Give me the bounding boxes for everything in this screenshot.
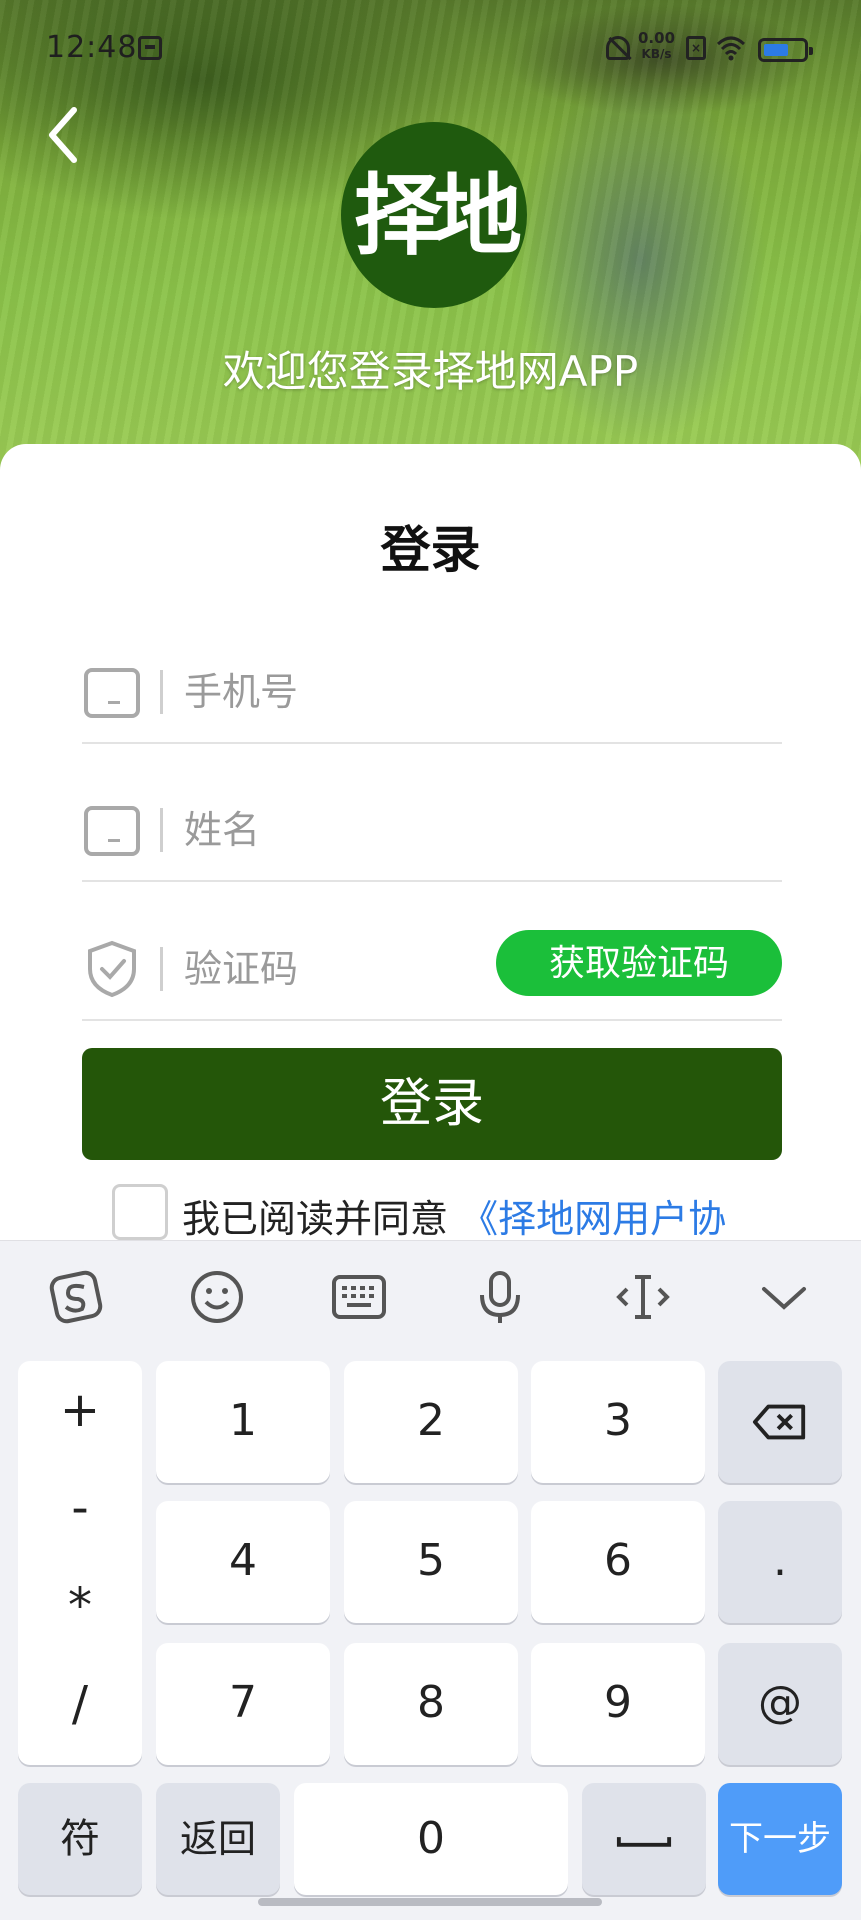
- code-field: 获取验证码: [82, 921, 782, 1021]
- name-field: [82, 782, 782, 882]
- login-card: 登录 获取验证码 登录 我已阅读并同意 《择地网用户协: [0, 444, 861, 1244]
- agreement-text: 我已阅读并同意 《择地网用户协: [182, 1188, 726, 1243]
- welcome-text: 欢迎您登录择地网APP: [222, 347, 639, 396]
- key-5[interactable]: 5: [344, 1501, 518, 1623]
- network-speed-unit: KB/s: [641, 47, 672, 61]
- wifi-icon: [716, 36, 746, 61]
- phone-icon: [84, 668, 140, 718]
- login-title: 登录: [380, 521, 481, 579]
- network-speed: 0.00 KB/s: [638, 30, 675, 62]
- field-divider: [160, 808, 163, 852]
- key-multiply[interactable]: *: [18, 1557, 142, 1655]
- backspace-icon: [752, 1404, 806, 1440]
- back-button[interactable]: [38, 100, 88, 170]
- calendar-icon: [138, 36, 162, 60]
- microphone-icon[interactable]: [470, 1269, 530, 1325]
- sogou-icon[interactable]: [46, 1269, 106, 1325]
- mute-icon: [606, 36, 630, 60]
- field-divider: [160, 670, 163, 714]
- key-9[interactable]: 9: [531, 1643, 705, 1765]
- login-button[interactable]: 登录: [82, 1048, 782, 1160]
- key-minus[interactable]: -: [18, 1459, 142, 1557]
- space-key[interactable]: [582, 1783, 706, 1895]
- status-bar: 12:48 0.00 KB/s ×: [0, 0, 861, 100]
- key-plus[interactable]: +: [18, 1361, 142, 1459]
- key-4[interactable]: 4: [156, 1501, 330, 1623]
- phone-input[interactable]: [184, 662, 604, 722]
- code-input[interactable]: [184, 939, 484, 999]
- get-code-button[interactable]: 获取验证码: [496, 930, 782, 996]
- person-icon: [84, 806, 140, 856]
- name-input[interactable]: [184, 800, 604, 860]
- key-at[interactable]: @: [718, 1643, 842, 1765]
- agree-checkbox[interactable]: [112, 1184, 168, 1240]
- no-sim-icon: ×: [686, 36, 706, 60]
- keyboard-toolbar: [0, 1241, 861, 1351]
- collapse-icon[interactable]: [754, 1269, 814, 1325]
- space-icon: [616, 1837, 672, 1847]
- key-7[interactable]: 7: [156, 1643, 330, 1765]
- key-1[interactable]: 1: [156, 1361, 330, 1483]
- backspace-key[interactable]: [718, 1361, 842, 1483]
- numeric-keyboard: + - * / 1 2 3 4 5 6 . 7 8 9 @ 符 返回 0 下一步: [0, 1240, 861, 1920]
- battery-icon: [758, 38, 813, 62]
- emoji-icon[interactable]: [187, 1269, 247, 1325]
- key-2[interactable]: 2: [344, 1361, 518, 1483]
- key-dot[interactable]: .: [718, 1501, 842, 1623]
- phone-field: [82, 644, 782, 744]
- shield-check-icon: [88, 940, 136, 998]
- cursor-icon[interactable]: [613, 1269, 673, 1325]
- agreement-row: 我已阅读并同意 《择地网用户协: [112, 1184, 832, 1244]
- key-8[interactable]: 8: [344, 1643, 518, 1765]
- key-divide[interactable]: /: [18, 1655, 142, 1753]
- logo-text: 择地: [353, 163, 522, 267]
- agreement-label: 我已阅读并同意: [182, 1197, 449, 1241]
- operator-keys: + - * /: [18, 1361, 142, 1765]
- network-speed-value: 0.00: [638, 29, 676, 47]
- key-3[interactable]: 3: [531, 1361, 705, 1483]
- status-time: 12:48: [46, 30, 138, 65]
- keyboard-icon[interactable]: [329, 1269, 389, 1325]
- field-divider: [160, 947, 163, 991]
- next-key[interactable]: 下一步: [718, 1783, 842, 1895]
- symbols-key[interactable]: 符: [18, 1783, 142, 1895]
- key-6[interactable]: 6: [531, 1501, 705, 1623]
- back-key[interactable]: 返回: [156, 1783, 280, 1895]
- user-agreement-link[interactable]: 《择地网用户协: [460, 1197, 726, 1241]
- app-logo: 择地: [341, 122, 527, 308]
- key-0[interactable]: 0: [294, 1783, 568, 1895]
- home-indicator: [258, 1898, 602, 1906]
